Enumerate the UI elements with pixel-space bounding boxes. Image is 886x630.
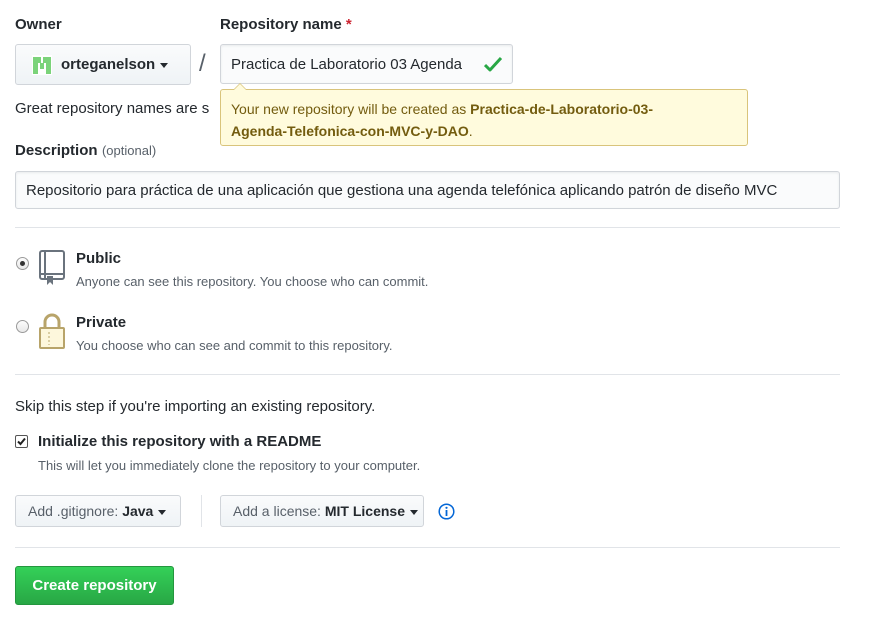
owner-repo-separator: / — [199, 50, 206, 77]
owner-avatar — [32, 54, 52, 75]
license-select-button[interactable]: Add a license: MIT License — [220, 495, 424, 527]
chevron-down-icon — [158, 509, 167, 515]
public-option-desc: Anyone can see this repository. You choo… — [76, 274, 429, 289]
tooltip-prefix: Your new repository will be created as — [231, 101, 471, 117]
description-value: Repositorio para práctica de una aplicac… — [26, 181, 778, 199]
required-mark: * — [345, 16, 352, 33]
readme-desc: This will let you immediately clone the … — [38, 458, 421, 473]
create-repository-button[interactable]: Create repository — [15, 566, 174, 605]
private-option-title: Private — [76, 314, 127, 331]
description-input[interactable]: Repositorio para práctica de una aplicac… — [15, 171, 840, 209]
readme-label: Initialize this repository with a README — [38, 433, 322, 450]
optional-tag: (optional) — [101, 143, 157, 158]
license-prefix: Add a license: — [233, 503, 321, 519]
chevron-down-icon — [160, 63, 169, 68]
divider — [15, 227, 840, 228]
tooltip-suffix: . — [468, 123, 473, 139]
gitignore-select-button[interactable]: Add .gitignore: Java — [15, 495, 181, 527]
readme-checkbox[interactable] — [15, 435, 28, 448]
private-radio[interactable] — [16, 320, 29, 333]
license-value: MIT License — [324, 503, 405, 519]
private-option-desc: You choose who can see and commit to thi… — [76, 338, 393, 353]
public-option-title: Public — [76, 250, 122, 267]
gitignore-prefix: Add .gitignore: — [28, 503, 119, 519]
repo-name-label: Repository name * — [220, 16, 352, 33]
description-label: Description (optional) — [15, 142, 157, 159]
check-icon — [483, 56, 503, 76]
tooltip-name-part1: Practica-de-Laboratorio-03- — [470, 101, 653, 117]
owner-username: orteganelson — [61, 56, 156, 73]
owner-label: Owner — [15, 16, 62, 33]
lock-icon — [37, 312, 67, 355]
repo-name-input[interactable]: Practica de Laboratorio 03 Agenda — [220, 44, 513, 84]
repo-icon — [37, 250, 67, 291]
repo-name-hint: Great repository names are s — [15, 100, 210, 117]
repo-name-availability-tooltip: Your new repository will be created as P… — [220, 83, 748, 146]
public-radio[interactable] — [16, 257, 29, 270]
skip-import-text: Skip this step if you're importing an ex… — [15, 398, 376, 415]
info-icon[interactable] — [438, 503, 455, 525]
divider — [15, 374, 840, 375]
owner-select-button[interactable]: orteganelson — [15, 44, 191, 85]
tooltip-name-part2: Agenda-Telefonica-con-MVC-y-DAO — [231, 123, 469, 139]
repo-name-value: Practica de Laboratorio 03 Agenda — [231, 55, 462, 73]
vertical-divider — [201, 495, 202, 527]
divider — [15, 547, 840, 548]
gitignore-value: Java — [122, 503, 154, 519]
chevron-down-icon — [409, 509, 418, 515]
